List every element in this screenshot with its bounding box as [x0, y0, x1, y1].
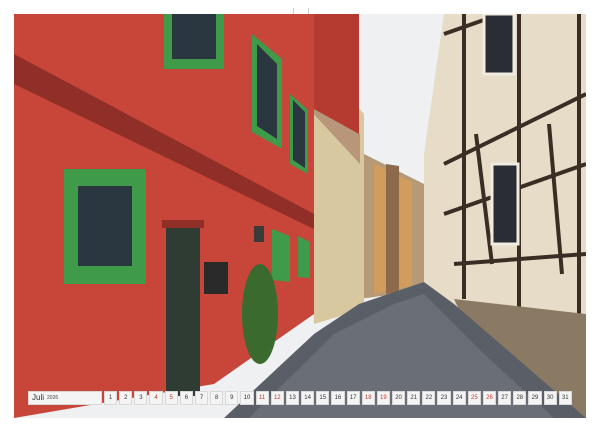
day-cell: 28	[513, 391, 527, 405]
calendar-photo	[14, 14, 586, 418]
day-cell: 20	[391, 391, 406, 405]
day-cell: 3	[134, 391, 148, 405]
day-cell: 22	[422, 391, 436, 405]
day-cell: 30	[543, 391, 557, 405]
day-cell: 6	[179, 391, 193, 405]
day-cell: 1	[104, 391, 118, 405]
day-cell: 24	[452, 391, 466, 405]
wall-lamp	[254, 226, 264, 242]
day-cell: 7	[194, 391, 209, 405]
day-cell: 12	[270, 391, 284, 405]
day-cell: 2	[119, 391, 133, 405]
window-right-2	[490, 162, 520, 246]
day-cell: 25	[467, 391, 481, 405]
day-cell: 16	[331, 391, 345, 405]
calendar-strip: Juli 2026 1 2 3 4 5 6 7 8 9 10 11 12 13 14 15 16 17 18 19 2…	[28, 391, 572, 405]
day-cell: 23	[437, 391, 451, 405]
window-right-1	[482, 14, 516, 76]
day-cell: 14	[301, 391, 315, 405]
day-cell: 8	[210, 391, 224, 405]
day-cell: 27	[498, 391, 512, 405]
day-cell: 21	[407, 391, 421, 405]
month-label: Juli 2026	[28, 391, 102, 405]
mailbox	[204, 262, 228, 294]
day-cell: 15	[316, 391, 330, 405]
door	[166, 226, 200, 396]
day-cell: 10	[240, 391, 254, 405]
climbing-plant	[242, 264, 278, 364]
year-label: 2026	[47, 395, 59, 401]
day-cell: 26	[482, 391, 497, 405]
day-cell: 4	[149, 391, 163, 405]
day-cell: 18	[361, 391, 375, 405]
day-cell: 29	[528, 391, 542, 405]
day-cell: 5	[164, 391, 178, 405]
day-cell: 9	[225, 391, 239, 405]
day-cell: 13	[285, 391, 300, 405]
day-cell: 19	[376, 391, 390, 405]
day-cell: 11	[255, 391, 269, 405]
day-cell: 17	[346, 391, 360, 405]
month-name: Juli	[32, 393, 45, 402]
window-lower-2	[272, 229, 290, 282]
day-cell: 31	[558, 391, 572, 405]
window-lower-3	[298, 236, 310, 278]
